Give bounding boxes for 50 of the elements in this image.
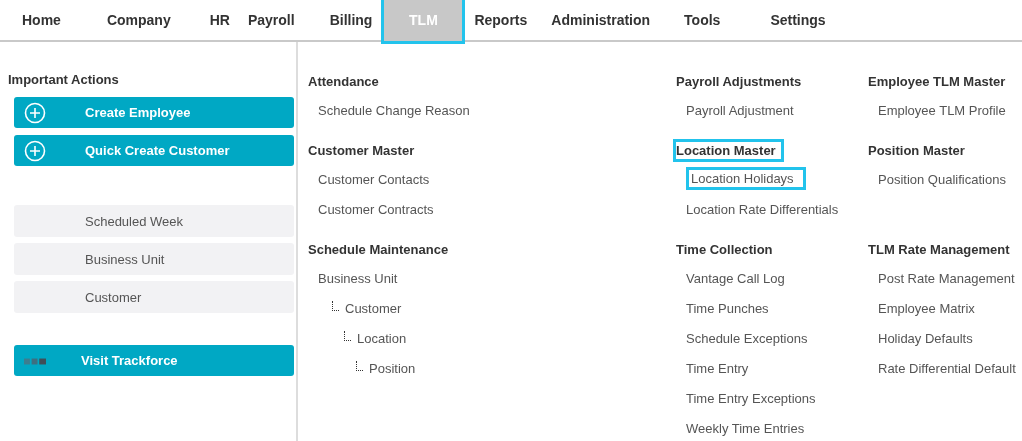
menu-link[interactable]: Payroll Adjustment <box>686 102 794 119</box>
menu-link[interactable]: Rate Differential Default <box>878 360 1016 377</box>
menu-link[interactable]: Location Rate Differentials <box>686 201 839 218</box>
section-heading: TLM Rate Management <box>868 241 1011 259</box>
menu-link[interactable]: Customer Contracts <box>318 201 434 218</box>
menu-link[interactable]: Time Punches <box>686 300 769 317</box>
section-heading: Location Master <box>673 139 784 162</box>
menu-link[interactable]: Time Entry Exceptions <box>686 390 816 407</box>
menu-link[interactable]: Schedule Exceptions <box>686 330 808 347</box>
menu-link[interactable]: Time Entry <box>686 360 749 377</box>
shortcut-button[interactable]: Business Unit <box>14 243 294 275</box>
section-heading: Schedule Maintenance <box>308 241 450 259</box>
menu-link[interactable]: Customer Contacts <box>318 171 430 188</box>
nav-tab[interactable]: Home <box>10 0 73 41</box>
section-heading: Customer Master <box>308 142 416 160</box>
nav-tab[interactable]: Settings <box>758 0 838 41</box>
plus-circle-icon <box>24 139 46 162</box>
menu-link[interactable]: Holiday Defaults <box>878 330 973 347</box>
menu-link[interactable]: Employee Matrix <box>878 300 975 317</box>
section-heading: Time Collection <box>676 241 774 259</box>
section-heading: Payroll Adjustments <box>676 73 803 91</box>
nav-tab[interactable]: Reports <box>462 0 540 41</box>
section-heading: Employee TLM Master <box>868 73 1007 91</box>
menu-link[interactable]: Customer <box>345 300 402 317</box>
tree-connector <box>356 361 363 371</box>
menu-link[interactable]: Position Qualifications <box>878 171 1006 188</box>
shortcut-button[interactable]: Customer <box>14 281 294 313</box>
menu-link[interactable]: Position <box>369 360 416 377</box>
menu-link[interactable]: Business Unit <box>318 270 398 287</box>
nav-tab[interactable]: Tools <box>672 0 733 41</box>
shortcut-button[interactable]: Scheduled Week <box>14 205 294 237</box>
nav-tab[interactable]: Company <box>94 0 183 41</box>
nav-tab[interactable]: Administration <box>539 0 663 41</box>
nav-tab[interactable]: Billing <box>317 0 385 41</box>
squares-icon <box>24 358 46 365</box>
menu-link[interactable]: Employee TLM Profile <box>878 102 1006 119</box>
menu-link[interactable]: Schedule Change Reason <box>318 102 470 119</box>
tree-connector <box>332 301 339 311</box>
tree-connector <box>344 331 351 341</box>
menu-link[interactable]: Vantage Call Log <box>686 270 785 287</box>
nav-tab[interactable]: HR <box>200 0 239 41</box>
nav-tab[interactable]: Payroll <box>238 0 304 41</box>
menu-link[interactable]: Post Rate Management <box>878 270 1015 287</box>
section-heading: Position Master <box>868 142 966 160</box>
section-heading: Attendance <box>308 73 380 91</box>
plus-circle-icon <box>24 101 46 124</box>
menu-link[interactable]: Location <box>357 330 407 347</box>
menu-link[interactable]: Weekly Time Entries <box>686 420 805 437</box>
menu-link[interactable]: Location Holidays <box>686 167 806 190</box>
section-title: Important Actions <box>8 72 119 87</box>
